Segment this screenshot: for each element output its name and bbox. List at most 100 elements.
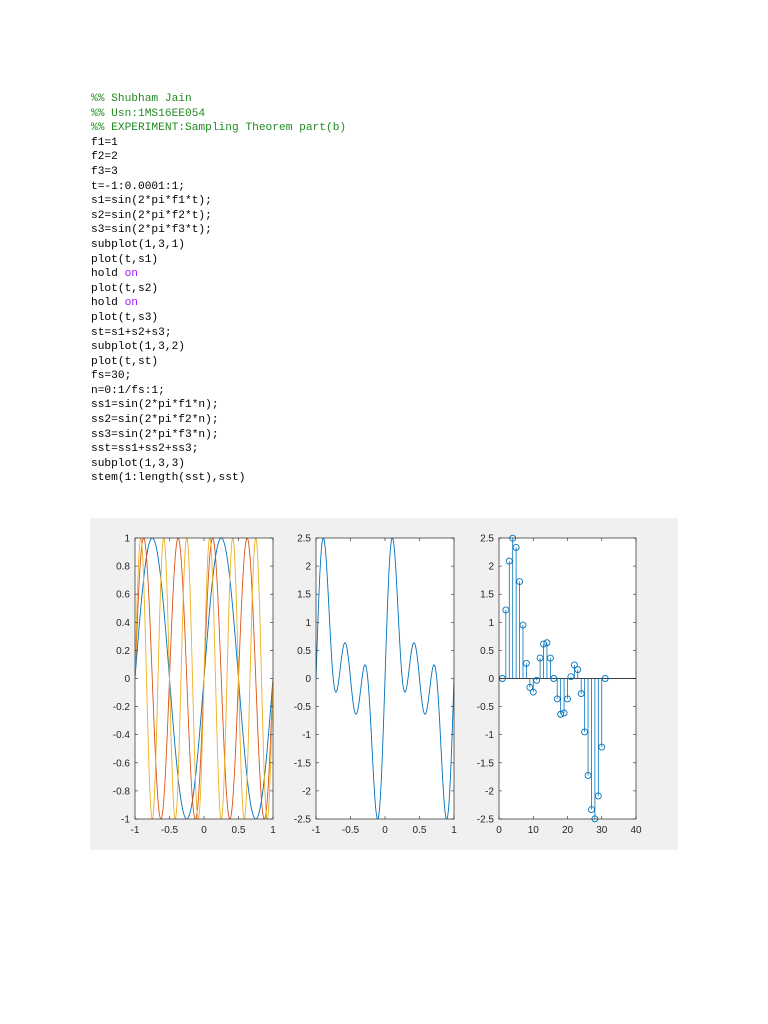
y-tick-label: -0.2: [113, 702, 131, 713]
code-text: subplot(1,3,2): [91, 341, 185, 354]
x-tick-label: 0: [496, 825, 502, 836]
y-tick-label: -1.5: [294, 758, 312, 769]
y-tick-label: 0.5: [297, 646, 311, 657]
y-tick-label: 0: [124, 674, 130, 685]
y-tick-label: -2: [485, 786, 494, 797]
code-text: f2=2: [91, 151, 118, 164]
code-text: ss3=sin(2*pi*f3*n);: [91, 428, 219, 441]
code-line: s2=sin(2*pi*f2*t);: [91, 209, 346, 224]
code-text: %% Usn:1MS16EE054: [91, 107, 206, 120]
y-tick-label: 2.5: [480, 534, 494, 545]
subplot-3: 2.521.510.50-0.5-1-1.5-2-2.50 10 20 30 40: [477, 534, 642, 837]
code-line: s3=sin(2*pi*f3*t);: [91, 223, 346, 238]
y-tick-label: -1: [302, 730, 311, 741]
y-tick-label: -1: [485, 730, 494, 741]
code-text: sst=ss1+ss2+ss3;: [91, 443, 199, 456]
code-text: subplot(1,3,3): [91, 457, 185, 470]
code-text: s3=sin(2*pi*f3*t);: [91, 224, 212, 237]
subplot-1: 1 0.8 0.6 0.4 0.2 0 -0.2 -0.4 -0.6 -0.8 -1-1 -0.5 0 0…: [113, 534, 276, 837]
code-line: subplot(1,3,2): [91, 340, 346, 355]
code-line: hold on: [91, 267, 346, 282]
y-tick-label: -2.5: [294, 815, 312, 826]
code-line: plot(t,st): [91, 355, 346, 370]
code-line: fs=30;: [91, 369, 346, 384]
x-tick-label: 1: [451, 825, 457, 836]
code-line: st=s1+s2+s3;: [91, 326, 346, 341]
y-tick-label: 2.5: [297, 534, 311, 545]
code-line: subplot(1,3,3): [91, 457, 346, 472]
y-tick-label: 0.4: [116, 618, 130, 629]
y-tick-label: -0.6: [113, 758, 131, 769]
y-tick-label: 1: [124, 534, 130, 545]
code-line: plot(t,s1): [91, 253, 346, 268]
code-text: hold: [91, 297, 125, 310]
x-tick-label: -1: [131, 825, 140, 836]
x-tick-label: 0: [382, 825, 388, 836]
code-text: plot(t,st): [91, 355, 159, 368]
code-text: stem(1:length(sst),sst): [91, 472, 246, 485]
code-text: s2=sin(2*pi*f2*t);: [91, 209, 212, 222]
y-tick-label: -0.5: [477, 702, 495, 713]
code-line: sst=ss1+ss2+ss3;: [91, 442, 346, 457]
matlab-figure: 1 0.8 0.6 0.4 0.2 0 -0.2 -0.4 -0.6 -0.8 -1 -1 -0.5 0 0…: [90, 518, 678, 850]
code-text: st=s1+s2+s3;: [91, 326, 172, 339]
y-tick-label: -0.5: [294, 702, 312, 713]
code-line: n=0:1/fs:1;: [91, 384, 346, 399]
code-line: hold on: [91, 296, 346, 311]
code-text: plot(t,s3): [91, 311, 159, 324]
matlab-code-block: %% Shubham Jain %% Usn:1MS16EE054 %% EXPER…: [91, 92, 346, 486]
y-tick-label: -2: [302, 786, 311, 797]
x-tick-label: 0: [201, 825, 207, 836]
code-line: plot(t,s2): [91, 282, 346, 297]
code-text: ss1=sin(2*pi*f1*n);: [91, 399, 219, 412]
x-tick-label: 0.5: [413, 825, 427, 836]
code-line: %% Usn:1MS16EE054: [91, 107, 346, 122]
code-text: %% Shubham Jain: [91, 93, 192, 105]
code-line: subplot(1,3,1): [91, 238, 346, 253]
code-line: plot(t,s3): [91, 311, 346, 326]
code-line: t=-1:0.0001:1;: [91, 180, 346, 195]
code-line: s1=sin(2*pi*f1*t);: [91, 194, 346, 209]
y-tick-label: 0: [305, 674, 311, 685]
y-tick-label: -0.4: [113, 730, 131, 741]
code-text: fs=30;: [91, 370, 132, 383]
code-line: f3=3: [91, 165, 346, 180]
code-text: s1=sin(2*pi*f1*t);: [91, 195, 212, 208]
y-tick-label: -1: [121, 815, 130, 826]
code-line: ss1=sin(2*pi*f1*n);: [91, 398, 346, 413]
code-line: f1=1: [91, 136, 346, 151]
code-text: t=-1:0.0001:1;: [91, 180, 185, 193]
code-keyword: on: [124, 268, 139, 281]
y-tick-label: 1.5: [297, 590, 311, 601]
code-text: n=0:1/fs:1;: [91, 384, 165, 397]
code-text: subplot(1,3,1): [91, 238, 185, 251]
y-tick-label: 1: [488, 618, 494, 629]
x-tick-label: 10: [528, 825, 540, 836]
y-tick-label: 0.5: [480, 646, 494, 657]
y-tick-label: 2: [488, 562, 494, 573]
code-text: plot(t,s1): [91, 253, 159, 266]
y-tick-label: -0.8: [113, 786, 131, 797]
y-tick-label: -2.5: [477, 815, 495, 826]
code-line: ss3=sin(2*pi*f3*n);: [91, 428, 346, 443]
x-tick-label: 1: [270, 825, 276, 836]
y-tick-label: 0.6: [116, 590, 130, 601]
code-line: ss2=sin(2*pi*f2*n);: [91, 413, 346, 428]
code-text: f3=3: [91, 165, 118, 178]
x-tick-label: 30: [596, 825, 608, 836]
y-tick-label: 0.8: [116, 562, 130, 573]
code-line: %% EXPERIMENT:Sampling Theorem part(b): [91, 121, 346, 136]
x-tick-label: 0.5: [232, 825, 246, 836]
code-text: %% EXPERIMENT:Sampling Theorem part(b): [91, 122, 347, 135]
y-tick-label: 0.2: [116, 646, 130, 657]
code-keyword: on: [124, 297, 139, 310]
y-tick-label: 2: [305, 562, 311, 573]
figure-canvas: 10.80.60.40.20-0.2-0.4-0.6-0.8-1-1 -0.5 0 0…: [113, 534, 642, 837]
code-line: f2=2: [91, 150, 346, 165]
y-tick-label: 0: [488, 674, 494, 685]
code-text: hold: [91, 268, 125, 281]
code-text: f1=1: [91, 136, 118, 149]
code-text: ss2=sin(2*pi*f2*n);: [91, 414, 219, 427]
x-tick-label: 40: [630, 825, 642, 836]
y-tick-label: 1.5: [480, 590, 494, 601]
